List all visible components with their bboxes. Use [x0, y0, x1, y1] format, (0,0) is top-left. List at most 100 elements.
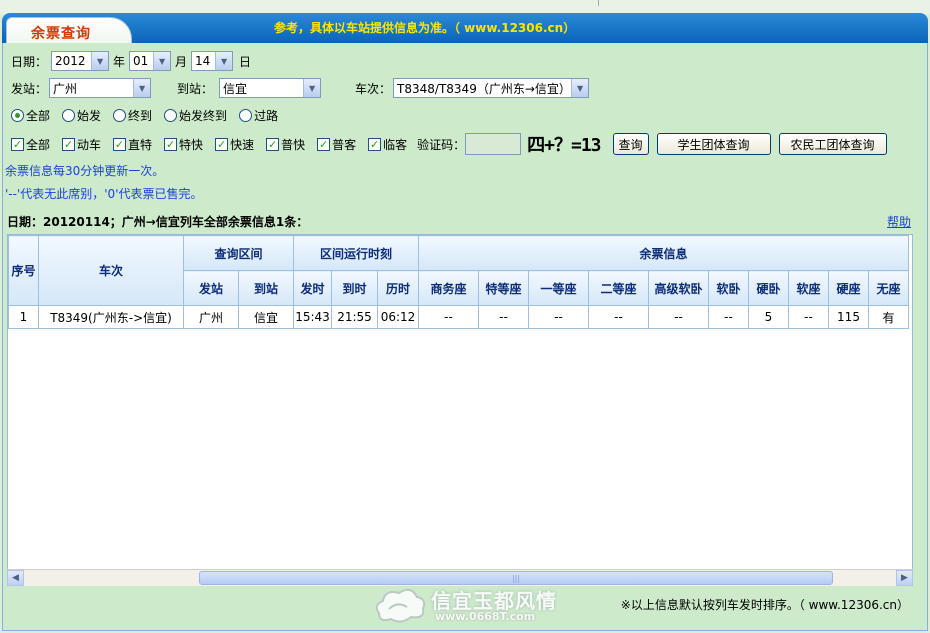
checkbox-direct-express[interactable]: ✓ 直特	[113, 136, 152, 153]
check-icon: ✓	[113, 137, 127, 151]
checkbox-normal-passenger[interactable]: ✓ 普客	[317, 136, 356, 153]
month-select[interactable]: 01 ▼	[129, 51, 172, 71]
check-icon: ✓	[317, 137, 331, 151]
result-table: 序号 车次 查询区间 区间运行时刻 余票信息 发站 到站 发时 到时 历时 商务…	[8, 235, 909, 329]
header-depart: 发时	[293, 270, 332, 306]
year-label: 年	[113, 54, 126, 69]
student-group-query-button[interactable]: 学生团体查询	[656, 133, 771, 155]
checkbox-fast[interactable]: ✓ 快速	[215, 136, 254, 153]
cell-seq: 1	[8, 305, 39, 329]
month-value: 01	[133, 54, 149, 68]
header-from: 发站	[183, 270, 239, 306]
checkbox-label: 普快	[281, 137, 306, 152]
query-panel: 日期： 2012 ▼ 年 01 ▼ 月 14 ▼ 日 发站： 广州 ▼ 到站： …	[2, 43, 928, 631]
checkbox-emu[interactable]: ✓ 动车	[62, 136, 101, 153]
cell-duration: 06:12	[377, 305, 419, 329]
date-label: 日期：	[11, 54, 48, 69]
scroll-left-icon[interactable]: ◀	[7, 570, 24, 586]
cell-deluxe-sleeper: --	[648, 305, 709, 329]
checkbox-normal-fast[interactable]: ✓ 普快	[266, 136, 305, 153]
radio-label: 始发终到	[179, 109, 228, 123]
to-station-select[interactable]: 信宜 ▼	[219, 78, 322, 98]
cloud-logo-icon	[375, 588, 426, 623]
header-hard-seat: 硬座	[828, 270, 869, 306]
worker-group-query-button[interactable]: 农民工团体查询	[778, 133, 887, 155]
header-tickets: 余票信息	[418, 235, 909, 271]
radio-passing[interactable]: 过路	[239, 107, 278, 124]
table-row[interactable]: 1 T8349(广州东->信宜) 广州 信宜 15:43 21:55 06:12…	[8, 305, 909, 329]
query-button[interactable]: 查询	[612, 133, 649, 155]
chevron-down-icon: ▼	[91, 52, 109, 70]
to-station-value: 信宜	[223, 81, 248, 96]
cell-special: --	[478, 305, 529, 329]
check-icon: ✓	[11, 137, 24, 151]
radio-all[interactable]: 全部	[11, 107, 50, 124]
chevron-down-icon: ▼	[133, 79, 151, 97]
header-business: 商务座	[418, 270, 479, 306]
check-icon: ✓	[215, 137, 229, 151]
chevron-down-icon: ▼	[215, 52, 233, 70]
radio-origin-terminal[interactable]: 始发终到	[164, 107, 227, 124]
top-strip	[0, 0, 930, 14]
cell-first-class: --	[528, 305, 589, 329]
header-interval: 查询区间	[183, 235, 294, 271]
station-row: 发站： 广州 ▼ 到站： 信宜 ▼ 车次： T8348/T8349（广州东→信宜…	[11, 78, 590, 98]
year-value: 2012	[55, 54, 86, 68]
header-notice: 参考，具体以车站提供信息为准。（ www.12306.cn）	[274, 21, 576, 35]
filter-row: ✓ 全部 ✓ 动车 ✓ 直特 ✓ 特快 ✓ 快速 ✓ 普快 ✓ 普客 ✓ 临客 验证码： 四+？…	[11, 131, 895, 157]
radio-terminal[interactable]: 终到	[113, 107, 152, 124]
cell-depart: 15:43	[293, 305, 332, 329]
from-station-value: 广州	[53, 81, 78, 96]
cell-hard-seat: 115	[828, 305, 869, 329]
footer-note: ※以上信息默认按列车发时排序。（ www.12306.cn）	[620, 598, 909, 612]
scroll-right-icon[interactable]: ▶	[896, 570, 913, 586]
chevron-down-icon: ▼	[571, 79, 589, 97]
result-table-container[interactable]: 序号 车次 查询区间 区间运行时刻 余票信息 发站 到站 发时 到时 历时 商务…	[7, 234, 913, 586]
checkbox-express[interactable]: ✓ 特快	[164, 136, 203, 153]
cell-arrive: 21:55	[331, 305, 378, 329]
year-select[interactable]: 2012 ▼	[51, 51, 110, 71]
header-hard-sleeper: 硬卧	[748, 270, 789, 306]
cell-train[interactable]: T8349(广州东->信宜)	[38, 305, 184, 329]
radio-dot	[11, 109, 24, 122]
radio-label: 始发	[77, 109, 102, 123]
header-soft-seat: 软座	[788, 270, 829, 306]
checkbox-label: 快速	[230, 137, 255, 152]
result-title: 日期：20120114；广州→信宜列车全部余票信息1条：	[7, 215, 309, 229]
header-bar: 余票查询 参考，具体以车站提供信息为准。（ www.12306.cn）	[2, 13, 928, 44]
header-soft-sleeper: 软卧	[708, 270, 749, 306]
train-label: 车次：	[355, 81, 392, 96]
cell-soft-sleeper: --	[708, 305, 749, 329]
cell-no-seat: 有	[868, 305, 909, 329]
cell-from: 广州	[183, 305, 239, 329]
header-no-seat: 无座	[868, 270, 909, 306]
help-link[interactable]: 帮助	[887, 213, 911, 230]
tab-ticket-query[interactable]: 余票查询	[6, 17, 132, 44]
checkbox-all[interactable]: ✓ 全部	[11, 136, 50, 153]
header-train: 车次	[38, 235, 184, 306]
radio-dot	[239, 109, 253, 122]
radio-origin[interactable]: 始发	[62, 107, 101, 124]
radio-label: 全部	[26, 109, 51, 123]
radio-label: 过路	[254, 109, 279, 123]
radio-dot	[164, 109, 178, 122]
date-row: 日期： 2012 ▼ 年 01 ▼ 月 14 ▼ 日	[11, 51, 251, 71]
checkbox-temporary[interactable]: ✓ 临客	[368, 136, 407, 153]
radio-dot	[113, 109, 127, 122]
to-label: 到站：	[177, 81, 214, 96]
radio-dot	[62, 109, 76, 122]
cell-business: --	[418, 305, 479, 329]
radio-label: 终到	[128, 109, 153, 123]
chevron-down-icon: ▼	[303, 79, 321, 97]
day-select[interactable]: 14 ▼	[191, 51, 234, 71]
from-station-select[interactable]: 广州 ▼	[49, 78, 152, 98]
train-select[interactable]: T8348/T8349（广州东→信宜） ▼	[393, 78, 590, 98]
header-second-class: 二等座	[588, 270, 649, 306]
radio-row: 全部 始发 终到 始发终到 过路	[11, 107, 284, 124]
update-note: 余票信息每30分钟更新一次。	[5, 164, 165, 178]
check-icon: ✓	[62, 137, 76, 151]
check-icon: ✓	[368, 137, 382, 151]
vcode-input[interactable]	[465, 133, 522, 155]
captcha-image: 四+？=13	[527, 135, 601, 156]
header-seq: 序号	[8, 235, 39, 306]
